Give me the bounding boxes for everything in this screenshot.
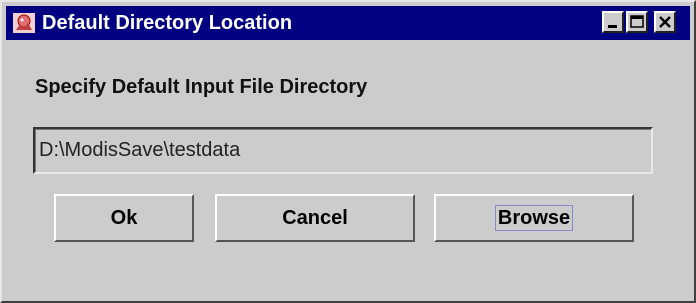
ok-button-label: Ok	[110, 206, 138, 229]
cancel-button[interactable]: Cancel	[215, 194, 415, 242]
directory-path-input[interactable]	[33, 127, 653, 174]
browse-button[interactable]: Browse	[434, 194, 634, 242]
dialog-window: Default Directory Location Specify Defau…	[0, 0, 696, 303]
maximize-icon	[630, 15, 644, 28]
cancel-button-label: Cancel	[282, 206, 348, 229]
maximize-button[interactable]	[626, 11, 648, 33]
app-icon[interactable]	[12, 12, 36, 34]
window-title: Default Directory Location	[42, 12, 293, 34]
close-button[interactable]	[654, 11, 676, 33]
title-bar[interactable]: Default Directory Location	[6, 6, 690, 40]
minimize-button[interactable]	[602, 11, 624, 33]
minimize-icon	[608, 25, 617, 28]
dialog-heading: Specify Default Input File Directory	[35, 76, 368, 98]
browse-button-label: Browse	[494, 205, 574, 231]
ok-button[interactable]: Ok	[54, 194, 194, 242]
close-icon	[659, 16, 671, 28]
